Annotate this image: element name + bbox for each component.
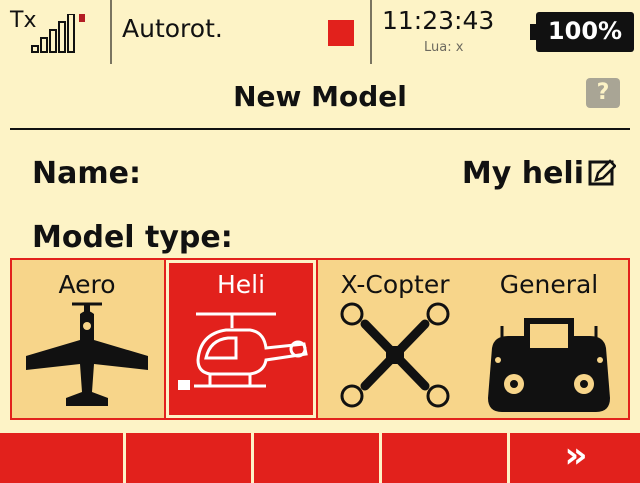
flight-mode-label: Autorot. xyxy=(122,14,223,43)
function-key-3[interactable] xyxy=(256,433,382,483)
function-key-bar: » xyxy=(0,433,640,483)
tx-signal-indicator: Tx xyxy=(0,0,112,64)
battery-indicator: 100% xyxy=(536,12,634,52)
clock-time: 11:23:43 xyxy=(382,6,495,35)
function-key-1[interactable] xyxy=(0,433,126,483)
function-key-4[interactable] xyxy=(384,433,510,483)
model-type-label-xcopter: X-Copter xyxy=(340,270,450,299)
title-divider xyxy=(10,128,630,130)
model-type-label-aero: Aero xyxy=(58,270,116,299)
clock-indicator: 11:23:43 Lua: x xyxy=(372,0,518,64)
model-type-aero[interactable]: Aero xyxy=(12,260,162,418)
flight-mode-indicator: Autorot. xyxy=(112,0,372,64)
signal-bars-icon xyxy=(31,14,85,53)
model-type-general[interactable]: General xyxy=(474,260,624,418)
next-button[interactable]: » xyxy=(512,433,640,483)
name-label: Name: xyxy=(32,156,141,191)
model-type-label-heli: Heli xyxy=(216,270,266,299)
status-bar: Tx Autorot. 11:23:43 Lua: x 100% xyxy=(0,0,640,64)
airplane-icon xyxy=(26,302,148,406)
helicopter-icon xyxy=(178,312,308,390)
model-type-selector: Aero Heli X-Copter General xyxy=(10,258,630,420)
model-type-label-general: General xyxy=(499,270,599,299)
model-type-heli[interactable]: Heli xyxy=(164,258,318,420)
lua-status: Lua: x xyxy=(424,40,464,55)
record-indicator-icon xyxy=(328,20,354,46)
model-name-field[interactable]: My heli xyxy=(462,156,584,191)
model-type-label: Model type: xyxy=(32,220,233,255)
function-key-2[interactable] xyxy=(128,433,254,483)
quadcopter-icon xyxy=(340,302,450,408)
model-type-xcopter[interactable]: X-Copter xyxy=(320,260,470,418)
transmitter-icon xyxy=(488,318,610,412)
battery-level: 100% xyxy=(547,17,623,45)
edit-pencil-icon[interactable] xyxy=(588,158,616,188)
double-chevron-right-icon: » xyxy=(564,435,588,476)
page-title: New Model xyxy=(233,80,407,113)
